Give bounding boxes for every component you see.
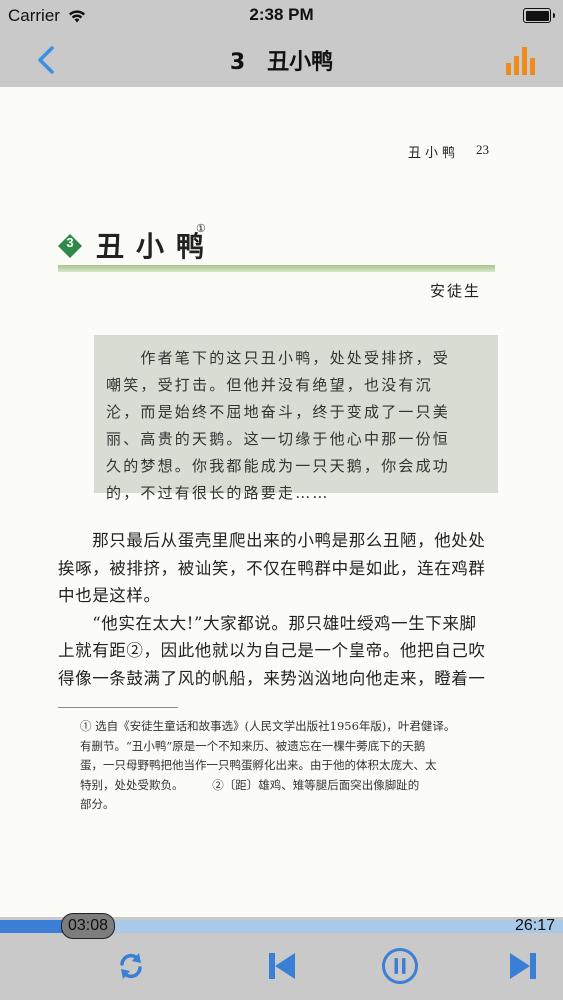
footnote-divider: [58, 707, 178, 708]
footnotes: ① 选自《安徒生童话和故事选》(人民文学出版社1956年版)，叶君健译。 有删节…: [80, 717, 520, 815]
status-time: 2:38 PM: [249, 5, 314, 24]
progress-fill: [0, 920, 67, 933]
title-footnote-mark: ①: [196, 222, 206, 235]
nav-title: 3 丑小鸭: [229, 50, 334, 75]
battery-icon: [523, 8, 555, 23]
total-duration: 26:17: [514, 917, 555, 934]
body-line: 得像一条鼓满了风的帆船，来势汹汹地向他走来，瞪着一: [58, 668, 486, 688]
intro-line: 丽、高贵的天鹅。这一切缘于他心中那一份恒: [106, 430, 451, 448]
footnote-line: 特别，处处受欺负。 ②〔距〕雄鸡、雉等腿后面突出像脚趾的: [80, 777, 420, 792]
body-line: 挨啄，被排挤，被讪笑，不仅在鸭群中是如此，连在鸡群: [58, 558, 486, 578]
footnote-line: ① 选自《安徒生童话和故事选》(人民文学出版社1956年版)，叶君健译。: [80, 719, 456, 733]
body-line: “他实在太大!”大家都说。那只雄吐绶鸡一生下来脚: [58, 613, 477, 633]
repeat-icon[interactable]: [112, 947, 150, 985]
skip-next-icon[interactable]: [504, 947, 542, 985]
status-bar: Carrier 2:38 PM: [0, 0, 563, 32]
intro-box: 作者笔下的这只丑小鸭，处处受排挤，受 嘲笑，受打击。但他并没有绝望，也没有沉 沦…: [94, 335, 498, 502]
page-number: 23: [476, 142, 489, 157]
running-head: 丑小鸭: [408, 146, 460, 161]
audio-player: 03:08 26:17: [0, 913, 563, 1000]
intro-line: 久的梦想。你我都能成为一只天鹅，你会成功: [106, 457, 451, 475]
footnote-line: 有删节。“丑小鸭”原是一个不知来历、被遗忘在一棵牛蒡底下的天鹅: [80, 738, 426, 753]
intro-line: 作者笔下的这只丑小鸭，处处受排挤，受: [106, 349, 451, 367]
skip-previous-icon[interactable]: [263, 947, 301, 985]
elapsed-time: 03:08: [61, 913, 116, 939]
body-line: 上就有距②，因此他就以为自己是一个皇帝。他把自己吹: [58, 641, 486, 660]
author: 安徒生: [430, 282, 482, 300]
body-line: 中也是这样。: [58, 586, 161, 605]
navigation-bar: 3 丑小鸭: [0, 32, 563, 87]
pause-icon[interactable]: [381, 947, 419, 985]
body-line: 那只最后从蛋壳里爬出来的小鸭是那么丑陋，他处处: [58, 531, 486, 550]
lesson-number: 3: [66, 235, 74, 250]
bar-chart-icon[interactable]: [504, 43, 538, 75]
footnote-line: 蛋，一只母野鸭把他当作一只鸭蛋孵化出来。由于他的体积太庞大、太: [80, 758, 437, 772]
body-text: 那只最后从蛋壳里爬出来的小鸭是那么丑陋，他处处 挨啄，被排挤，被讪笑，不仅在鸭群…: [58, 527, 508, 692]
intro-line: 沦，而是始终不屈地奋斗，终于变成了一只美: [106, 403, 451, 421]
intro-line: 嘲笑，受打击。但他并没有绝望，也没有沉: [106, 376, 433, 394]
intro-line: 的，不过有很长的路要走……: [106, 484, 330, 502]
textbook-page: 丑小鸭 23 3 丑小鸭 ① 安徒生 作者笔下的这只丑小鸭，处处受排挤，受 嘲笑…: [0, 87, 563, 917]
title-underline: [58, 265, 495, 272]
footnote-line: 部分。: [80, 797, 115, 811]
